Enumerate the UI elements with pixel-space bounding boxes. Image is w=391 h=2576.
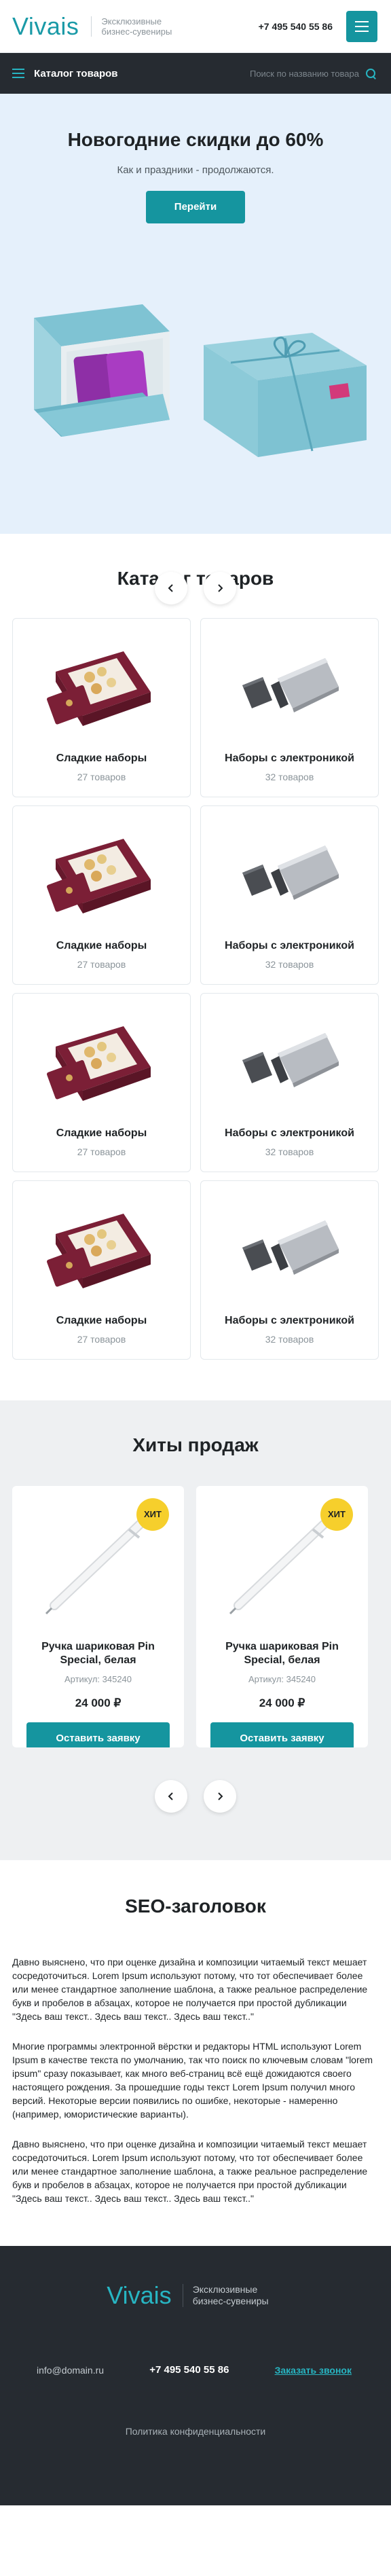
sweet-set-image xyxy=(46,1214,151,1288)
request-button[interactable]: Оставить заявку xyxy=(210,1722,354,1747)
seo-section: SEO-заголовок Давно выяснено, что при оц… xyxy=(0,1860,391,2246)
catalog-menu-icon[interactable] xyxy=(12,69,24,78)
hero-subtitle: Как и праздники - продолжаются. xyxy=(117,164,274,176)
site-header: Vivais Эксклюзивные бизнес-сувениры +7 4… xyxy=(0,0,391,53)
catalog-card-count: 27 товаров xyxy=(77,772,126,782)
hits-title: Хиты продаж xyxy=(132,1434,259,1455)
catalog-section: Каталог товаров Сладкие наборы 27 товаро… xyxy=(0,534,391,1400)
header-phone[interactable]: +7 495 540 55 86 xyxy=(259,21,333,32)
catalog-card-count: 27 товаров xyxy=(77,1334,126,1345)
search-box[interactable]: Поиск по названию товара xyxy=(250,68,376,79)
catalog-card-name: Наборы с электроникой xyxy=(225,1127,354,1139)
hits-section: Хиты продаж ХИТ Ручка шариковая Pin Spec… xyxy=(0,1400,391,1860)
catalog-card-name: Сладкие наборы xyxy=(56,1315,147,1326)
catalog-card[interactable]: Наборы с электроникой 32 товаров xyxy=(200,993,379,1172)
hits-carousel: ХИТ Ручка шариковая Pin Special, белая А… xyxy=(0,1486,391,1747)
catalog-card-name: Наборы с электроникой xyxy=(225,1315,354,1326)
catalog-card-name: Сладкие наборы xyxy=(56,1127,147,1139)
menu-icon-line xyxy=(355,25,369,27)
site-tagline: Эксклюзивные бизнес-сувениры xyxy=(91,16,186,37)
catalog-card-count: 32 товаров xyxy=(265,1334,314,1345)
gift-boxes-image xyxy=(34,304,367,457)
catalog-card[interactable]: Наборы с электроникой 32 товаров xyxy=(200,1180,379,1360)
catalog-card-name: Наборы с электроникой xyxy=(225,752,354,764)
site-logo[interactable]: Vivais xyxy=(12,12,79,41)
prev-slide-button[interactable] xyxy=(155,572,187,604)
catalog-card-name: Сладкие наборы xyxy=(56,752,147,764)
sweet-set-image xyxy=(46,839,151,913)
hero-title: Новогодние скидки до 60% xyxy=(67,129,324,150)
chevron-right-icon xyxy=(218,584,223,592)
search-input[interactable]: Поиск по названию товара xyxy=(250,69,359,79)
hit-badge: ХИТ xyxy=(320,1498,353,1531)
seo-title: SEO-заголовок xyxy=(125,1895,266,1917)
catalog-card[interactable]: Сладкие наборы 27 товаров xyxy=(12,618,191,797)
product-card[interactable]: ХИТ Ручка шариковая Pin Special, белая А… xyxy=(12,1486,184,1747)
catalog-card[interactable]: Сладкие наборы 27 товаров xyxy=(12,1180,191,1360)
prev-slide-button[interactable] xyxy=(155,1780,187,1813)
menu-icon-line xyxy=(355,30,369,32)
catalog-card-count: 27 товаров xyxy=(77,959,126,970)
usb-drive-image xyxy=(242,846,339,900)
catalog-menu-label[interactable]: Каталог товаров xyxy=(34,68,118,79)
usb-drive-image xyxy=(242,1033,339,1087)
catalog-card[interactable]: Наборы с электроникой 32 товаров xyxy=(200,618,379,797)
product-name[interactable]: Ручка шариковая Pin Special, белая xyxy=(196,1640,368,1667)
catalog-card-count: 32 товаров xyxy=(265,1146,314,1157)
chevron-left-icon xyxy=(168,1792,173,1800)
footer-brand: Vivais Эксклюзивные бизнес-сувениры xyxy=(0,2281,391,2310)
catalog-card-name: Сладкие наборы xyxy=(56,940,147,951)
catalog-bar: Каталог товаров Поиск по названию товара xyxy=(0,53,391,94)
seo-paragraph: Давно выяснено, что при оценке дизайна и… xyxy=(12,1957,368,2022)
catalog-card[interactable]: Сладкие наборы 27 товаров xyxy=(12,805,191,985)
hero-cta-button[interactable]: Перейти xyxy=(146,191,245,223)
site-footer: Vivais Эксклюзивные бизнес-сувениры info… xyxy=(0,2246,391,2505)
footer-logo[interactable]: Vivais xyxy=(107,2281,171,2310)
footer-contacts: info@domain.ru +7 495 540 55 86 Заказать… xyxy=(0,2364,391,2376)
sweet-set-image xyxy=(46,651,151,726)
catalog-card-count: 32 товаров xyxy=(265,959,314,970)
sweet-set-image xyxy=(46,1026,151,1101)
request-call-link[interactable]: Заказать звонок xyxy=(275,2365,352,2376)
product-name[interactable]: Ручка шариковая Pin Special, белая xyxy=(12,1640,184,1667)
usb-drive-image xyxy=(242,1220,339,1275)
product-card[interactable]: ХИТ Ручка шариковая Pin Special, белая А… xyxy=(196,1486,368,1747)
footer-email[interactable]: info@domain.ru xyxy=(37,2365,104,2376)
menu-button[interactable] xyxy=(346,10,377,42)
product-price: 24 000 ₽ xyxy=(259,1697,305,1709)
chevron-right-icon xyxy=(218,1792,223,1800)
chevron-left-icon xyxy=(168,584,173,592)
catalog-grid: Сладкие наборы 27 товаров Наборы с элект… xyxy=(12,618,379,1360)
next-slide-button[interactable] xyxy=(204,572,236,604)
catalog-card-count: 32 товаров xyxy=(265,772,314,782)
menu-icon-line xyxy=(355,20,369,22)
hits-slider-controls xyxy=(0,1780,391,1813)
footer-tagline: Эксклюзивные бизнес-сувениры xyxy=(182,2284,284,2307)
hero-slider-controls xyxy=(0,572,391,604)
product-sku: Артикул: 345240 xyxy=(248,1674,316,1684)
hero-banner: Новогодние скидки до 60% Как и праздники… xyxy=(0,94,391,604)
product-price: 24 000 ₽ xyxy=(75,1697,122,1709)
catalog-card[interactable]: Наборы с электроникой 32 товаров xyxy=(200,805,379,985)
catalog-card-count: 27 товаров xyxy=(77,1146,126,1157)
search-icon[interactable] xyxy=(366,68,376,79)
request-button[interactable]: Оставить заявку xyxy=(26,1722,170,1747)
usb-drive-image xyxy=(242,658,339,712)
product-sku: Артикул: 345240 xyxy=(64,1674,132,1684)
hit-badge: ХИТ xyxy=(136,1498,169,1531)
seo-paragraph: Давно выяснено, что при оценке дизайна и… xyxy=(12,2139,368,2204)
footer-phone[interactable]: +7 495 540 55 86 xyxy=(149,2364,229,2376)
catalog-card[interactable]: Сладкие наборы 27 товаров xyxy=(12,993,191,1172)
privacy-policy-link[interactable]: Политика конфиденциальности xyxy=(0,2426,391,2437)
catalog-card-name: Наборы с электроникой xyxy=(225,940,354,951)
next-slide-button[interactable] xyxy=(204,1780,236,1813)
seo-paragraph: Многие программы электронной вёрстки и р… xyxy=(12,2041,373,2120)
